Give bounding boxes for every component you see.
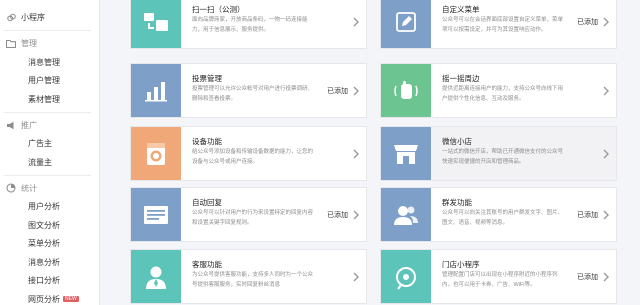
sidebar-item-message-analysis[interactable]: 消息分析 <box>0 253 99 272</box>
plugin-card-status: 已添加 <box>577 212 598 219</box>
sidebar-item-api-analysis[interactable]: 接口分析 <box>0 272 99 291</box>
plugin-card-status: 已添加 <box>327 88 348 95</box>
washing-machine-icon <box>147 142 165 165</box>
plugin-card-desc: 面向品牌商家，开放商品条码，一物一码连接能力，用于信息展示、服务提供。 <box>192 17 308 33</box>
plugin-card-desc: 管理配置门店可以出现在小程序附近的小程序列内，也可以用于卡券、广告、WiFi等。 <box>442 272 558 288</box>
scan-icon <box>144 12 168 31</box>
plugin-card-custom-menu[interactable]: 自定义菜单 公众号可以在会话界面底部设置自定义菜单，菜单项可以按需设定，并可为其… <box>380 0 617 49</box>
plugin-card-title: 投票管理 <box>192 74 222 83</box>
plugin-card-desc: 投票管理可以允许公众帐号对用户进行投票调研、删除和查看投票。 <box>192 86 314 102</box>
shake-hand-icon <box>394 80 418 99</box>
bar-chart-icon <box>145 81 167 101</box>
plugin-card-title: 设备功能 <box>192 137 222 146</box>
plugin-card-wechat-store[interactable]: 微信小店 一站式的微信开店，帮助已开通微信支付的公众号快速实现便捷的开店和管理商… <box>380 126 617 181</box>
plugin-card-title: 自动回复 <box>192 198 222 207</box>
chevron-right-icon <box>353 272 359 282</box>
chevron-right-icon <box>353 210 359 220</box>
plugin-card-title: 自定义菜单 <box>442 5 480 14</box>
plugin-card-desc: 提供近距离连接用户的能力，支持公众号向线下用户提供个性化信息、互动及服务。 <box>442 86 564 102</box>
sidebar-item-mini-program[interactable]: 小程序 <box>6 8 99 27</box>
sidebar-group-promotion: 推广 <box>0 116 99 135</box>
plugin-card-device[interactable]: 设备功能 给公众号添加设备和传输设备数据的能力，让您的设备与公众号或用户连接。 <box>130 126 367 181</box>
sidebar-divider <box>4 111 91 113</box>
sidebar-divider <box>4 174 91 176</box>
sidebar-item-materials[interactable]: 素材管理 <box>0 90 99 109</box>
sidebar-item-users[interactable]: 用户管理 <box>0 72 99 91</box>
chevron-right-icon <box>353 149 359 159</box>
plugin-card-desc: 公众号可以在会话界面底部设置自定义菜单，菜单项可以按需设定，并可为其设置响应动作… <box>442 17 564 33</box>
plugin-card-tile <box>131 64 181 117</box>
plugin-card-title: 群发功能 <box>442 198 472 207</box>
sidebar: 小程序 管理 消息管理 用户管理 素材管理 推广 广告主 流量主 统计 用户分析… <box>0 0 100 305</box>
chevron-right-icon <box>353 86 359 96</box>
plugin-card-tile <box>381 250 431 303</box>
plugin-card-shake[interactable]: 摇一摇周边 提供近距离连接用户的能力，支持公众号向线下用户提供个性化信息、互动及… <box>380 63 617 118</box>
plugin-card-desc: 公众号可以向关注其账号的用户群发文字、图片、图文、语音、视频等消息。 <box>442 210 564 226</box>
plugin-card-tile <box>381 127 431 180</box>
plugin-card-tile <box>131 0 181 48</box>
plugin-card-vote[interactable]: 投票管理 投票管理可以允许公众帐号对用户进行投票调研、删除和查看投票。 已添加 <box>130 63 367 118</box>
plugin-card-tile <box>131 250 181 303</box>
plugin-grid: 扫一扫（公测） 面向品牌商家，开放商品条码，一物一码连接能力，用于信息展示、服务… <box>100 0 640 305</box>
sidebar-item-advertiser[interactable]: 广告主 <box>0 135 99 154</box>
sidebar-group-title: 推广 <box>6 116 99 135</box>
plugin-card-tile <box>131 127 181 180</box>
chevron-right-icon <box>603 272 609 282</box>
chevron-right-icon <box>603 149 609 159</box>
plugin-card-title: 客服功能 <box>192 260 222 269</box>
plugin-card-tile <box>381 64 431 117</box>
plugin-card-status: 已添加 <box>577 19 598 26</box>
plugin-card-tile <box>381 188 431 241</box>
plugin-card-desc: 一站式的微信开店，帮助已开通微信支付的公众号快速实现便捷的开店和管理商品。 <box>442 149 564 165</box>
mini-program-icon <box>6 13 16 23</box>
folder-icon <box>6 39 16 49</box>
sidebar-group-manage: 管理 <box>0 34 99 53</box>
sidebar-top: 小程序 <box>0 8 99 27</box>
shop-icon <box>394 144 418 164</box>
sidebar-item-web-analysis[interactable]: 网页分析 NEW <box>0 290 99 305</box>
plugin-card-store-mini-program[interactable]: 门店小程序 管理配置门店可以出现在小程序附近的小程序列内，也可以用于卡券、广告、… <box>380 249 617 304</box>
chevron-right-icon <box>353 17 359 27</box>
pie-chart-icon <box>6 183 16 193</box>
edit-icon <box>396 11 416 32</box>
plugin-card-customer-service[interactable]: 客服功能 为公众号提供客服功能，支持多人同时为一个公众号提供客服服务，实时回复粉… <box>130 249 367 304</box>
megaphone-icon <box>6 120 16 130</box>
new-badge: NEW <box>63 296 79 303</box>
sidebar-group-statistics: 统计 <box>0 179 99 198</box>
sidebar-item-user-analysis[interactable]: 用户分析 <box>0 198 99 217</box>
plugin-card-title: 扫一扫（公测） <box>192 5 245 14</box>
chevron-right-icon <box>603 210 609 220</box>
sidebar-item-menu-analysis[interactable]: 菜单分析 <box>0 235 99 254</box>
plugin-card-auto-reply[interactable]: 自动回复 公众号可以针对用户的行为来设置特定的回复内容和设置关键字回复规则。 已… <box>130 187 367 242</box>
plugin-card-tile <box>381 0 431 48</box>
plugin-card-title: 摇一摇周边 <box>442 74 480 83</box>
plugin-card-mass-send[interactable]: 群发功能 公众号可以向关注其账号的用户群发文字、图片、图文、语音、视频等消息。 … <box>380 187 617 242</box>
customer-service-icon <box>146 266 166 289</box>
sidebar-divider <box>4 30 91 31</box>
sidebar-item-messages[interactable]: 消息管理 <box>0 53 99 72</box>
sidebar-item-traffic-owner[interactable]: 流量主 <box>0 153 99 172</box>
plugin-card-desc: 给公众号添加设备和传输设备数据的能力，让您的设备与公众号或用户连接。 <box>192 149 314 165</box>
chevron-right-icon <box>603 86 609 96</box>
sidebar-item-article-analysis[interactable]: 图文分析 <box>0 216 99 235</box>
chevron-right-icon <box>603 17 609 27</box>
auto-reply-icon <box>144 205 168 224</box>
plugin-card-title: 微信小店 <box>442 137 472 146</box>
plugin-card-status: 已添加 <box>327 212 348 219</box>
plugin-card-title: 门店小程序 <box>442 260 480 269</box>
sidebar-group-title: 管理 <box>6 34 99 53</box>
sidebar-group-title: 统计 <box>6 179 99 198</box>
plugin-card-status: 已添加 <box>577 274 598 281</box>
store-location-icon <box>396 266 416 290</box>
sidebar-item-label: 小程序 <box>21 13 45 22</box>
plugin-card-scan[interactable]: 扫一扫（公测） 面向品牌商家，开放商品条码，一物一码连接能力，用于信息展示、服务… <box>130 0 367 49</box>
users-icon <box>394 205 418 225</box>
plugin-card-tile <box>131 188 181 241</box>
plugin-card-desc: 公众号可以针对用户的行为来设置特定的回复内容和设置关键字回复规则。 <box>192 210 314 226</box>
plugin-card-desc: 为公众号提供客服功能，支持多人同时为一个公众号提供客服服务，实时回复粉丝消息 <box>192 272 314 288</box>
